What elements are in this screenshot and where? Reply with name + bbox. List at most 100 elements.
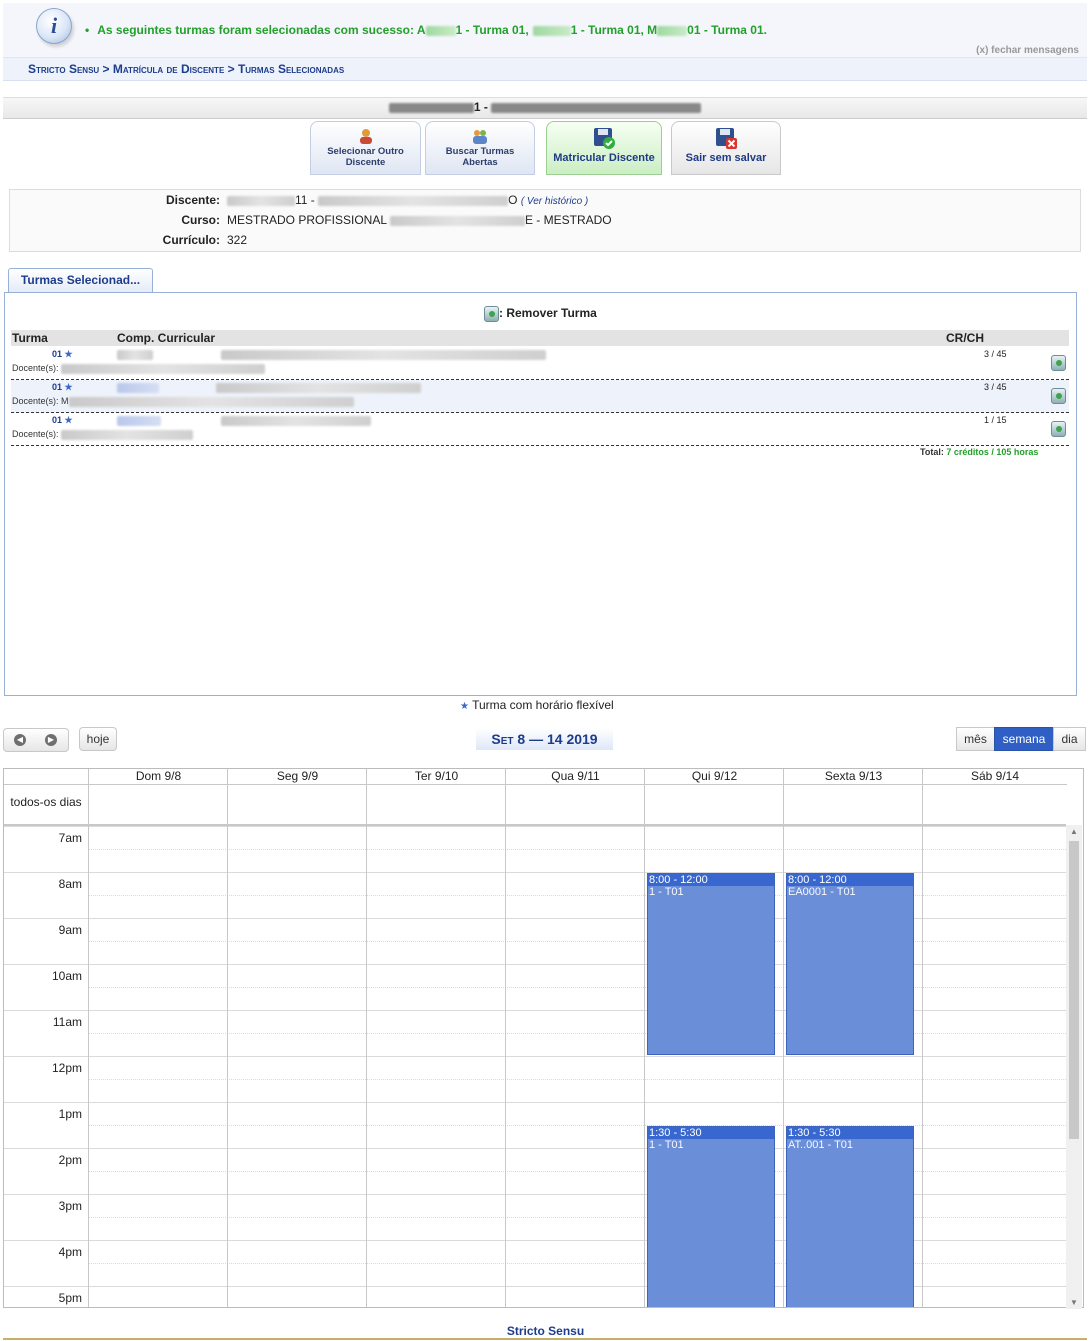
next-arrow-icon[interactable]: ▶ [45,734,57,746]
remove-class-button[interactable] [1051,421,1066,437]
all-day-cell[interactable] [783,784,923,824]
calendar-scrollbar[interactable]: ▲ ▼ [1066,825,1082,1309]
event-title: AT..001 - T01 [788,1139,854,1151]
hour-label: 7am [58,831,82,845]
calendar-corner [4,769,88,785]
all-day-cell[interactable] [227,784,367,824]
calendar-nav-group: ◀ ▶ [3,728,69,752]
event-title: 1 - T01 [649,886,684,898]
table-row: 01 ★ 3 / 45 Docente(s): M [11,380,1069,413]
day-column[interactable] [505,824,645,1307]
calendar-event[interactable]: 1:30 - 5:30 1 - T01 [647,1126,775,1307]
remove-class-button[interactable] [1051,355,1066,371]
hour-label: 3pm [58,1199,82,1213]
all-day-row: todos-os dias [4,784,1066,826]
day-header[interactable]: Sáb 9/14 [922,769,1067,785]
exit-without-saving-button[interactable]: Sair sem salvar [671,121,781,175]
footer-title: Stricto Sensu [506,1324,585,1338]
all-day-cell[interactable] [922,784,1062,824]
user-icon [358,128,374,144]
day-header[interactable]: Ter 9/10 [366,769,506,785]
all-day-cell[interactable] [88,784,228,824]
all-day-cell[interactable] [366,784,506,824]
close-messages-link[interactable]: (x) fechar mensagens [976,45,1079,56]
docente-label: Docente(s): [12,363,266,374]
hour-label: 1pm [58,1107,82,1121]
hour-label: 10am [51,969,82,983]
enroll-student-button[interactable]: Matricular Discente [546,121,662,175]
view-day-button[interactable]: dia [1053,727,1086,751]
event-time: 8:00 - 12:00 [648,874,774,886]
hour-label: 9am [58,923,82,937]
class-code[interactable]: 01 ★ [52,349,73,360]
docente-label: Docente(s): M [12,396,354,407]
all-day-cell[interactable] [644,784,784,824]
crch-value: 3 / 45 [984,349,1007,359]
curriculo-label: Currículo: [162,233,220,247]
group-icon [472,128,488,144]
day-header[interactable]: Dom 9/8 [88,769,228,785]
prev-arrow-icon[interactable]: ◀ [14,734,26,746]
success-message: • As seguintes turmas foram selecionadas … [85,23,767,37]
event-time: 1:30 - 5:30 [787,1127,913,1139]
docente-label: Docente(s): [12,429,194,440]
class-code[interactable]: 01 ★ [52,415,73,426]
hour-label: 8am [58,877,82,891]
calendar-title: Set 8 — 14 2019 [476,728,613,750]
calendar-event[interactable]: 8:00 - 12:00 EA0001 - T01 [786,873,914,1055]
calendar-event[interactable]: 8:00 - 12:00 1 - T01 [647,873,775,1055]
hour-label: 2pm [58,1153,82,1167]
view-month-button[interactable]: mês [956,727,995,751]
discente-label: Discente: [165,193,220,207]
curso-value: MESTRADO PROFISSIONAL E - MESTRADO [227,213,612,227]
breadcrumb: Stricto Sensu > Matrícula de Discente > … [3,58,1087,81]
event-time: 8:00 - 12:00 [787,874,913,886]
today-button[interactable]: hoje [79,727,117,751]
all-day-cell[interactable] [505,784,645,824]
table-row: 01 ★ 3 / 45 Docente(s): [11,347,1069,380]
flexible-star-icon: ★ [64,349,73,359]
col-turma: Turma [12,331,48,345]
search-open-classes-button[interactable]: Buscar Turmas Abertas [425,121,535,175]
table-row: 01 ★ 1 / 15 Docente(s): [11,413,1069,446]
day-header[interactable]: Qua 9/11 [505,769,645,785]
save-check-icon [592,126,616,150]
footer-divider [3,1338,1087,1340]
tab-selected-classes[interactable]: Turmas Selecionad... [8,268,153,293]
curriculo-value: 322 [227,233,248,247]
view-week-button[interactable]: semana [994,727,1054,751]
all-day-label: todos-os dias [10,795,82,809]
info-icon: i [36,8,72,44]
day-column[interactable] [88,824,228,1307]
day-column[interactable] [227,824,367,1307]
crch-value: 3 / 45 [984,382,1007,392]
day-header[interactable]: Sexta 9/13 [783,769,923,785]
total-credits: Total: 7 créditos / 105 horas [920,447,1039,457]
crch-value: 1 / 15 [984,415,1007,425]
flexible-star-icon: ★ [64,382,73,392]
trash-icon [484,306,499,322]
breadcrumb-text: Stricto Sensu > Matrícula de Discente > … [28,62,345,76]
star-icon: ★ [460,701,469,712]
hour-label: 11am [52,1015,82,1029]
hour-label: 12pm [51,1061,82,1075]
calendar-event[interactable]: 1:30 - 5:30 AT..001 - T01 [786,1126,914,1307]
curso-label: Curso: [181,213,220,227]
event-title: EA0001 - T01 [788,886,856,898]
event-title: 1 - T01 [649,1139,684,1151]
day-header[interactable]: Seg 9/9 [227,769,367,785]
discente-value: 11 - O ( Ver histórico ) [227,193,588,207]
day-column[interactable] [366,824,506,1307]
remove-class-button[interactable] [1051,388,1066,404]
col-comp-curricular: Comp. Curricular [117,331,216,345]
day-column[interactable] [922,824,1062,1307]
select-other-student-button[interactable]: Selecionar Outro Discente [310,121,421,175]
remove-class-title: : Remover Turma [484,306,597,322]
class-code[interactable]: 01 ★ [52,382,73,393]
student-info-box: Discente: 11 - O ( Ver histórico ) Curso… [9,189,1081,252]
week-calendar: Dom 9/8 Seg 9/9 Ter 9/10 Qua 9/11 Qui 9/12 Se… [3,768,1084,1308]
history-link[interactable]: ( Ver histórico ) [521,196,588,207]
flexible-schedule-legend: ★ Turma com horário flexível [460,698,614,712]
day-header[interactable]: Qui 9/12 [644,769,784,785]
hour-label: 4pm [58,1245,82,1259]
